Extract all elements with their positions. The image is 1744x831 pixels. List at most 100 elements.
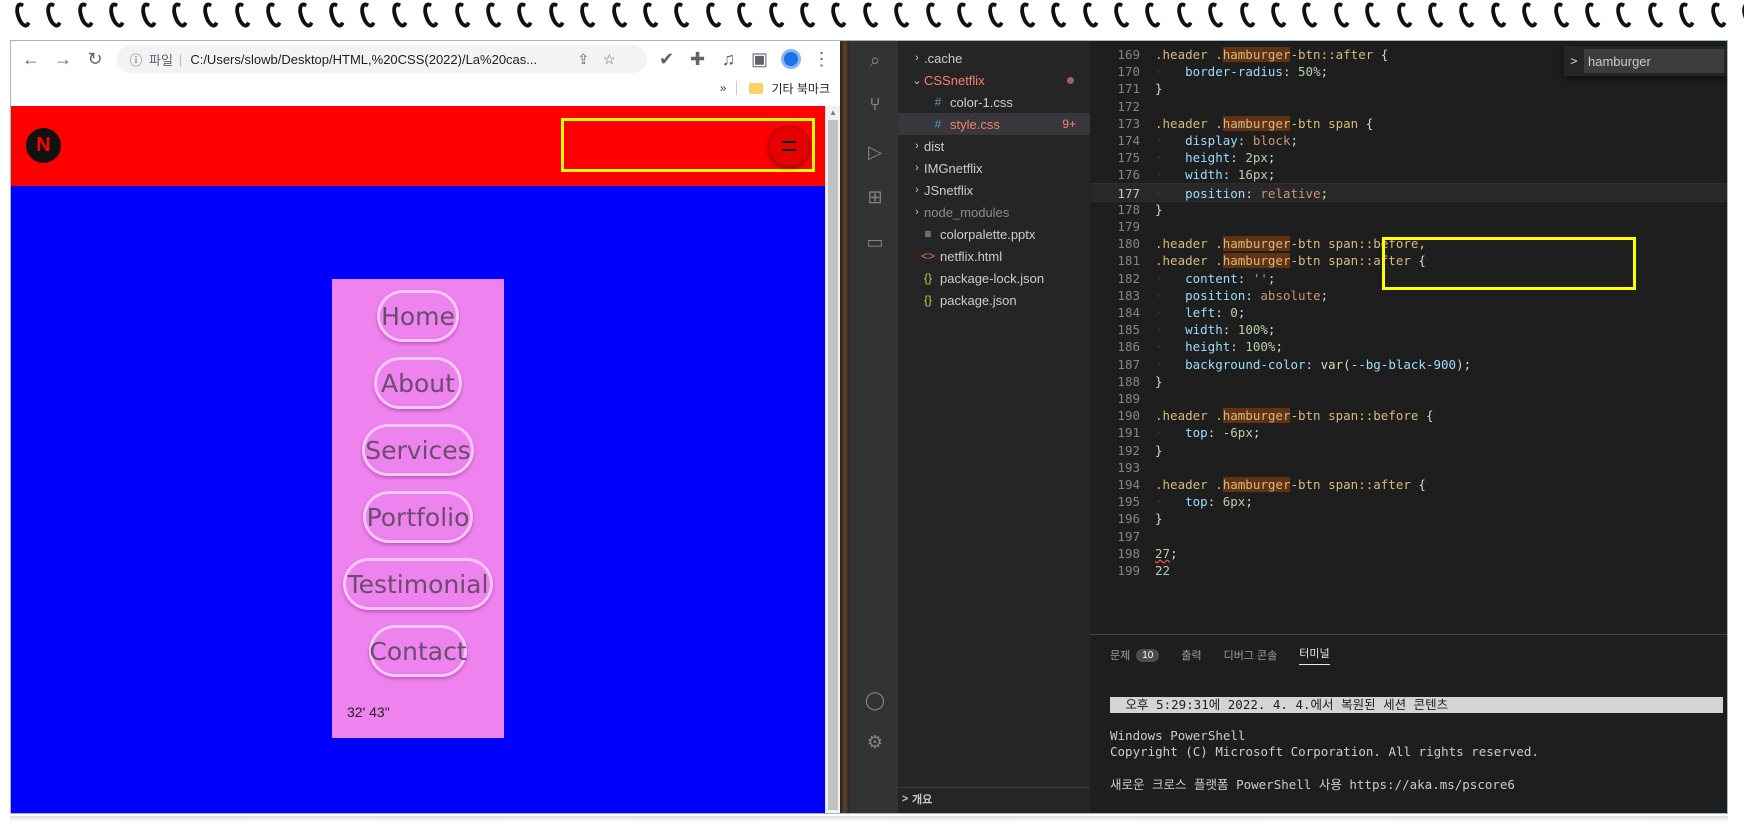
menu-item-contact[interactable]: Contact xyxy=(369,625,467,677)
reload-icon[interactable]: ↻ xyxy=(79,45,111,73)
scroll-thumb[interactable] xyxy=(828,120,838,810)
back-arrow-icon[interactable]: ← xyxy=(15,45,47,73)
page-viewport: N 32' 43" Home About Services Portfolio Test… xyxy=(11,106,825,813)
modified-dot xyxy=(1067,76,1074,84)
file-explorer: > 개요 › .cache ⌄ CSSnetflix # color-1.css # styl… xyxy=(898,41,1090,813)
code-line[interactable]: 190 .header .hamburger-btn span::before { xyxy=(1090,406,1727,425)
window-edge xyxy=(840,41,850,813)
code-line[interactable]: 199 22 xyxy=(1090,561,1727,580)
run-debug-icon[interactable]: ▷ xyxy=(864,141,886,163)
extensions-icon[interactable]: ⊞ xyxy=(864,186,886,208)
menu-item-about[interactable]: About xyxy=(374,357,462,409)
code-text: 22 xyxy=(1155,563,1171,578)
line-number: 177 xyxy=(1117,185,1140,201)
outline-label: 개요 xyxy=(912,793,933,806)
share-icon[interactable]: ⇪ xyxy=(570,51,596,68)
explorer-item[interactable]: ⌄ CSSnetflix xyxy=(898,69,1090,91)
hamburger-button[interactable] xyxy=(768,125,810,167)
page-scrollbar[interactable]: ▲ xyxy=(825,106,840,813)
chevron-right-icon[interactable]: > xyxy=(1564,54,1584,68)
address-bar[interactable]: ⓘ 파일 | C:/Users/slowb/Desktop/HTML,%20CS… xyxy=(117,45,647,73)
panel-tab[interactable]: 터미널 xyxy=(1299,645,1330,665)
info-icon[interactable]: ⓘ xyxy=(123,50,149,69)
code-text: · width: 100%; xyxy=(1155,322,1276,338)
outline-section[interactable]: > 개요 xyxy=(898,787,1090,809)
explorer-item[interactable]: › IMGnetflix xyxy=(898,157,1090,179)
code-line[interactable]: 174 · display: block; xyxy=(1090,131,1727,150)
code-line[interactable]: 176 · width: 16px; xyxy=(1090,165,1727,184)
explorer-item[interactable]: <> netflix.html xyxy=(898,245,1090,267)
line-number: 197 xyxy=(1117,528,1140,544)
code-line[interactable]: 186 · height: 100%; xyxy=(1090,337,1727,356)
code-line[interactable]: 191 · top: -6px; xyxy=(1090,423,1727,442)
source-control-icon[interactable]: ⑂ xyxy=(864,93,886,115)
profile-icon[interactable] xyxy=(775,45,806,73)
menu-item-home[interactable]: Home xyxy=(377,290,459,342)
spiral-ring xyxy=(1017,0,1039,30)
menu-item-portfolio[interactable]: Portfolio xyxy=(363,491,473,543)
code-line[interactable]: 173 .header .hamburger-btn span { xyxy=(1090,114,1727,133)
sidepanel-icon[interactable]: ▣ xyxy=(744,45,775,73)
code-line[interactable]: 187 · background-color: var(--bg-black-90… xyxy=(1090,355,1727,374)
code-line[interactable]: 193 xyxy=(1090,458,1727,477)
explorer-item-label: netflix.html xyxy=(940,248,1003,264)
remote-icon[interactable]: ▭ xyxy=(864,231,886,253)
line-number: 187 xyxy=(1117,356,1140,372)
code-line[interactable]: 198 27; xyxy=(1090,544,1727,563)
code-line[interactable]: 184 · left: 0; xyxy=(1090,303,1727,322)
code-line[interactable]: 179 xyxy=(1090,217,1727,236)
explorer-item[interactable]: {} package.json xyxy=(898,289,1090,311)
logo[interactable]: N xyxy=(26,128,61,163)
bookmarks-overflow[interactable]: » xyxy=(720,81,727,95)
search-icon[interactable]: ⌕ xyxy=(864,49,886,71)
code-line[interactable]: 197 xyxy=(1090,527,1727,546)
explorer-item[interactable]: {} package-lock.json xyxy=(898,267,1090,289)
explorer-item[interactable]: # style.css 9+ xyxy=(898,113,1090,135)
settings-icon[interactable]: ⚙ xyxy=(864,731,886,753)
code-line[interactable]: 171} xyxy=(1090,79,1727,98)
code-line[interactable]: 188} xyxy=(1090,372,1727,391)
account-icon[interactable]: ◯ xyxy=(864,689,886,711)
panel-tab[interactable]: 디버그 콘솔 xyxy=(1224,647,1278,663)
code-line[interactable]: 195 · top: 6px; xyxy=(1090,492,1727,511)
extension-icon[interactable]: ✔ xyxy=(651,45,682,73)
kebab-icon[interactable]: ⋮ xyxy=(806,45,837,73)
explorer-item[interactable]: # color-1.css xyxy=(898,91,1090,113)
panel-tab[interactable]: 문제 10 xyxy=(1110,647,1160,663)
code-line[interactable]: 172 xyxy=(1090,97,1727,116)
code-line[interactable]: 192} xyxy=(1090,441,1727,460)
explorer-item[interactable]: › .cache xyxy=(898,47,1090,69)
chevron-right-icon: › xyxy=(915,140,919,152)
bookmarks-bar: » 기타 북마크 xyxy=(11,77,840,99)
code-line[interactable]: 189 xyxy=(1090,389,1727,408)
star-icon[interactable]: ☆ xyxy=(596,51,622,68)
menu-item-services[interactable]: Services xyxy=(362,424,474,476)
explorer-item[interactable]: › node_modules xyxy=(898,201,1090,223)
code-line[interactable]: 194 .header .hamburger-btn span::after { xyxy=(1090,475,1727,494)
explorer-item[interactable]: › JSnetflix xyxy=(898,179,1090,201)
panel-tab-label: 디버그 콘솔 xyxy=(1223,650,1278,662)
code-line[interactable]: 177 · position: relative; xyxy=(1090,182,1727,202)
bookmarks-folder-label[interactable]: 기타 북마크 xyxy=(771,80,830,97)
spiral-ring xyxy=(389,0,411,30)
panel-tab[interactable]: 출력 xyxy=(1181,647,1201,663)
code-line[interactable]: 185 · width: 100%; xyxy=(1090,320,1727,339)
media-icon[interactable]: ♫ xyxy=(713,45,744,73)
find-widget: > xyxy=(1564,46,1727,76)
spiral-ring xyxy=(1519,0,1541,30)
code-text: · width: 16px; xyxy=(1155,167,1276,183)
find-input[interactable] xyxy=(1584,49,1724,73)
scroll-up-icon[interactable]: ▲ xyxy=(826,106,840,120)
puzzle-icon[interactable]: ✚ xyxy=(682,45,713,73)
address-url[interactable]: C:/Users/slowb/Desktop/HTML,%20CSS(2022)… xyxy=(190,52,570,67)
spiral-ring xyxy=(922,0,945,30)
code-line[interactable]: 175 · height: 2px; xyxy=(1090,148,1727,167)
code-editor[interactable]: 199 22 198 27; 197 196} 195 · top: 6px; 194 .head… xyxy=(1090,41,1727,634)
explorer-item[interactable]: › dist xyxy=(898,135,1090,157)
menu-item-testimonial[interactable]: Testimonial xyxy=(343,558,493,610)
explorer-item[interactable]: ≡ colorpalette.pptx xyxy=(898,223,1090,245)
code-line[interactable]: 196} xyxy=(1090,509,1727,528)
forward-arrow-icon[interactable]: → xyxy=(47,45,79,73)
code-line[interactable]: 178} xyxy=(1090,200,1727,219)
spiral-ring xyxy=(1142,0,1165,30)
